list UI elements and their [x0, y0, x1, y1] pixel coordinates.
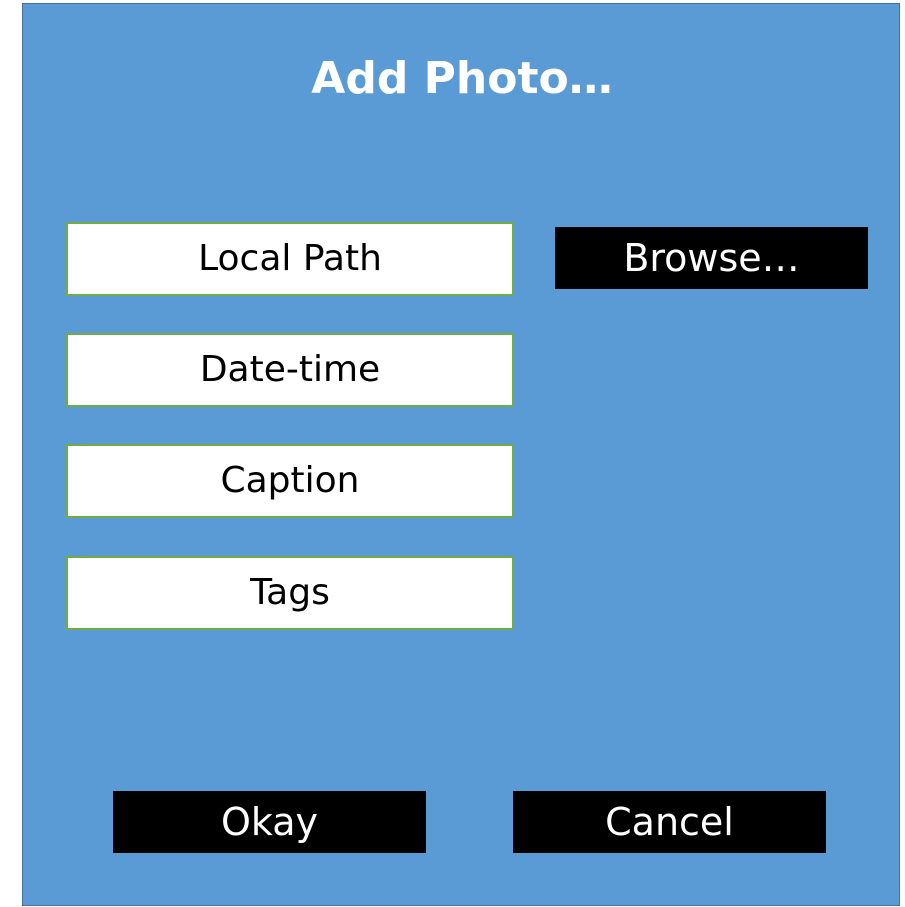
local-path-field[interactable]: Local Path: [66, 222, 514, 296]
cancel-button[interactable]: Cancel: [513, 791, 826, 853]
tags-label: Tags: [250, 572, 330, 613]
okay-button[interactable]: Okay: [113, 791, 426, 853]
date-time-field[interactable]: Date-time: [66, 333, 514, 407]
tags-field[interactable]: Tags: [66, 556, 514, 630]
add-photo-dialog: Add Photo… Local Path Browse… Date-time …: [22, 3, 900, 906]
dialog-title: Add Photo…: [311, 53, 613, 104]
local-path-label: Local Path: [198, 238, 382, 279]
browse-button[interactable]: Browse…: [555, 227, 868, 289]
caption-label: Caption: [220, 460, 360, 501]
caption-field[interactable]: Caption: [66, 444, 514, 518]
date-time-label: Date-time: [199, 349, 381, 390]
